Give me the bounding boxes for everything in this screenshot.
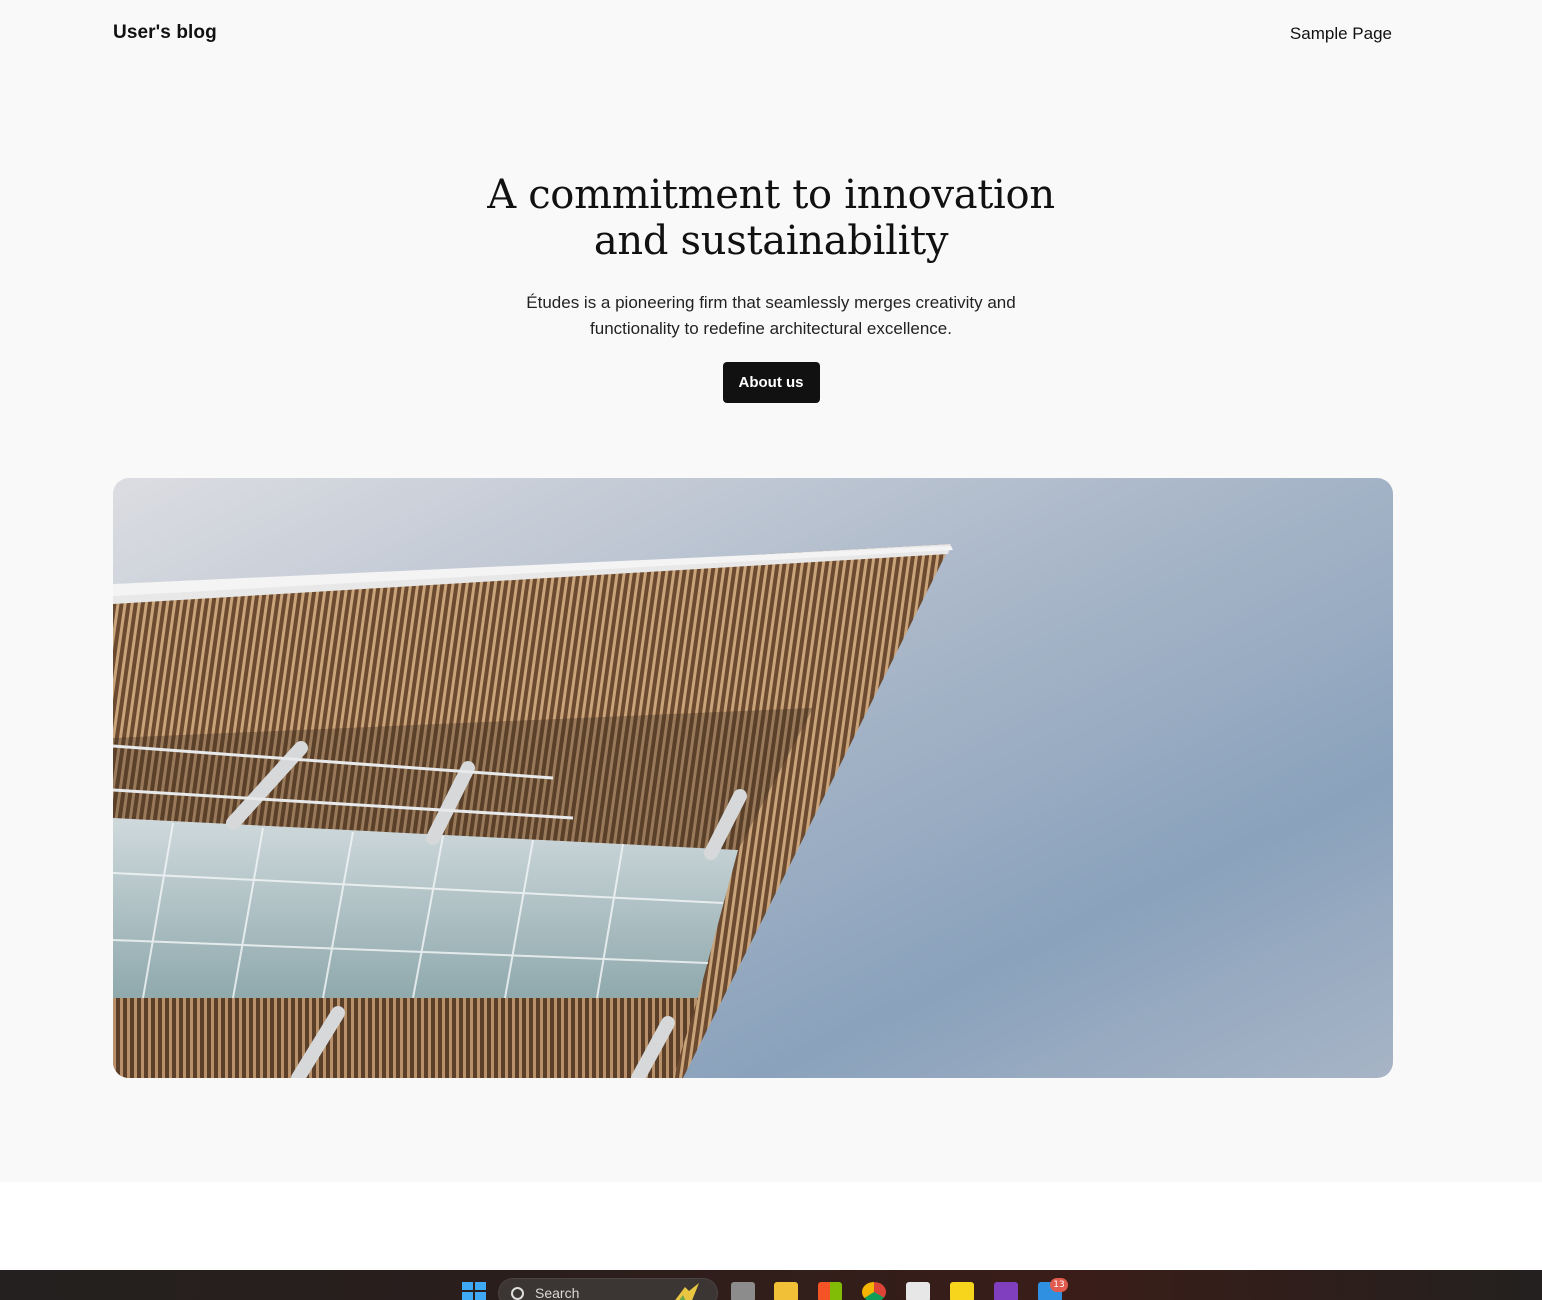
search-highlight-icon: [675, 1283, 699, 1300]
windows-taskbar: Search: [0, 1270, 1542, 1300]
mail-notification-badge: 13: [1050, 1278, 1068, 1292]
search-icon: [511, 1287, 524, 1300]
microsoft-store-icon[interactable]: [818, 1282, 842, 1300]
site-title-link[interactable]: User's blog: [113, 22, 217, 44]
taskbar-search-placeholder: Search: [535, 1285, 580, 1300]
windows-start-icon[interactable]: [462, 1282, 486, 1300]
about-us-button[interactable]: About us: [722, 362, 820, 403]
hero-section: A commitment to innovation and sustainab…: [0, 172, 1542, 403]
hero-image: [113, 478, 1393, 1078]
sticky-notes-icon[interactable]: [950, 1282, 974, 1300]
nav-link-sample-page[interactable]: Sample Page: [1290, 24, 1392, 44]
chrome-icon[interactable]: [862, 1282, 886, 1300]
building-image: [113, 478, 1393, 1078]
snipping-tool-icon[interactable]: [906, 1282, 930, 1300]
hero-description: Études is a pioneering firm that seamles…: [526, 293, 1016, 338]
hero-heading: A commitment to innovation and sustainab…: [487, 172, 1055, 264]
site-page: User's blog Sample Page A commitment to …: [0, 0, 1542, 1182]
taskbar-search-box[interactable]: Search: [498, 1278, 718, 1300]
onenote-icon[interactable]: [994, 1282, 1018, 1300]
file-explorer-icon[interactable]: [774, 1282, 798, 1300]
task-view-icon[interactable]: [731, 1282, 755, 1300]
